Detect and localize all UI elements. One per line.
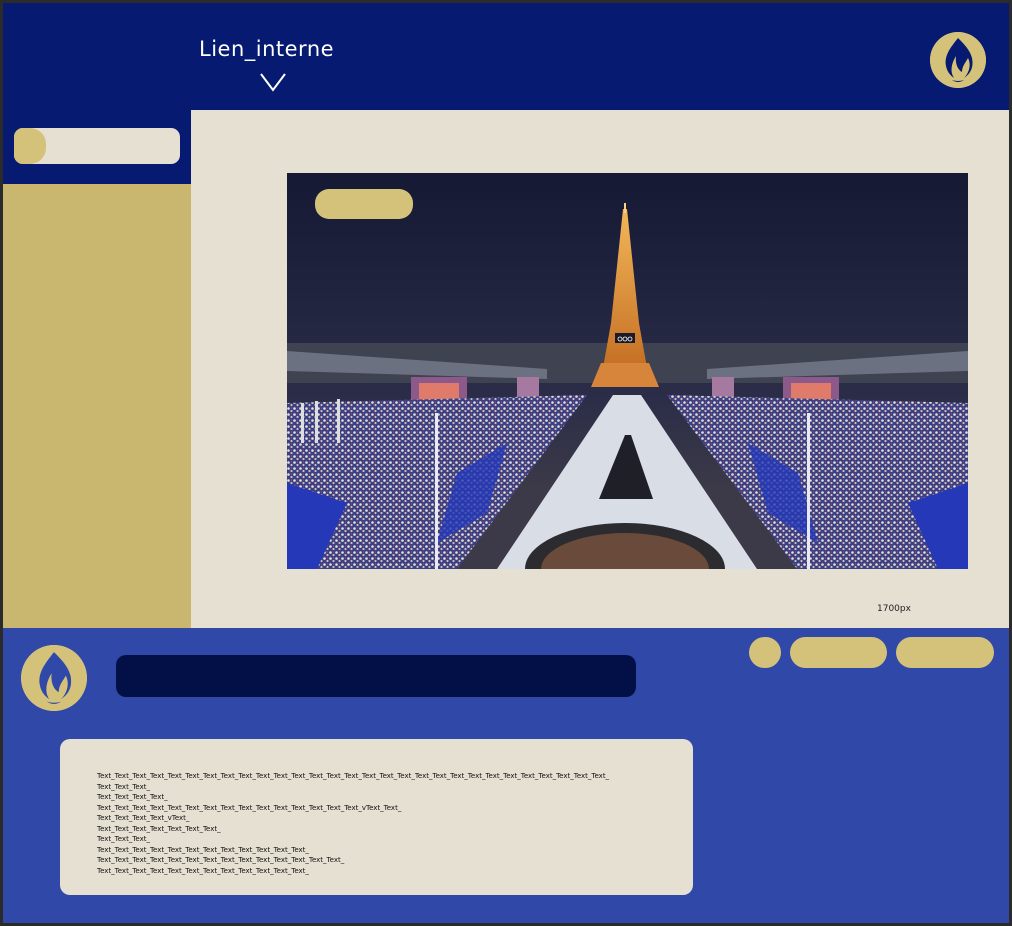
eiffel-tower-ceremony-image xyxy=(287,173,968,569)
main-content: 1700px xyxy=(191,110,1009,628)
text-line: Text_Text_Text_Text_Text_Text_Text_Text_… xyxy=(97,845,309,854)
sidebar xyxy=(3,184,191,628)
sidebar-toggle[interactable] xyxy=(14,128,180,164)
footer-button-1[interactable] xyxy=(790,637,887,668)
text-line: Text_Text_Text_ xyxy=(97,782,150,791)
text-line: Text_Text_Text_Text_Text_Text_Text_ xyxy=(97,824,221,833)
footer-button-small[interactable] xyxy=(749,637,781,668)
text-line: Text_Text_Text_Text_Text_Text_Text_Text_… xyxy=(97,803,402,812)
text-line: Text_Text_Text_ xyxy=(97,835,150,843)
text-line: Text_Text_Text_Text_Text_Text_Text_Text_… xyxy=(97,856,345,864)
text-line: Text_Text_Text_Text_ xyxy=(97,793,168,801)
footer-button-2[interactable] xyxy=(896,637,994,668)
footer: Text_Text_Text_Text_Text_Text_Text_Text_… xyxy=(3,628,1009,923)
footer-text-card: Text_Text_Text_Text_Text_Text_Text_Text_… xyxy=(60,739,693,895)
page-frame: Lien_interne 1700px Text_Text_Text_Text_… xyxy=(3,3,1009,923)
chevron-down-icon[interactable] xyxy=(259,71,287,93)
footer-text-block: Text_Text_Text_Text_Text_Text_Text_Text_… xyxy=(97,771,609,876)
text-line: Text_Text_Text_Text_Text_Text_Text_Text_… xyxy=(97,772,610,780)
sidebar-header xyxy=(3,110,191,184)
footer-search-bar[interactable] xyxy=(116,655,636,697)
image-size-caption: 1700px xyxy=(877,604,911,614)
text-line: Text_Text_Text_Text_vText_ xyxy=(97,814,190,822)
text-line: Text_Text_Text_Text_Text_Text_Text_Text_… xyxy=(97,866,309,875)
flame-logo-icon[interactable] xyxy=(930,32,986,88)
hero-image[interactable] xyxy=(287,173,968,569)
flame-logo-icon[interactable] xyxy=(21,645,87,711)
nav-link-internal[interactable]: Lien_interne xyxy=(199,37,334,61)
toggle-knob[interactable] xyxy=(14,128,46,164)
image-tag-badge[interactable] xyxy=(315,189,413,219)
header: Lien_interne xyxy=(3,3,1009,110)
